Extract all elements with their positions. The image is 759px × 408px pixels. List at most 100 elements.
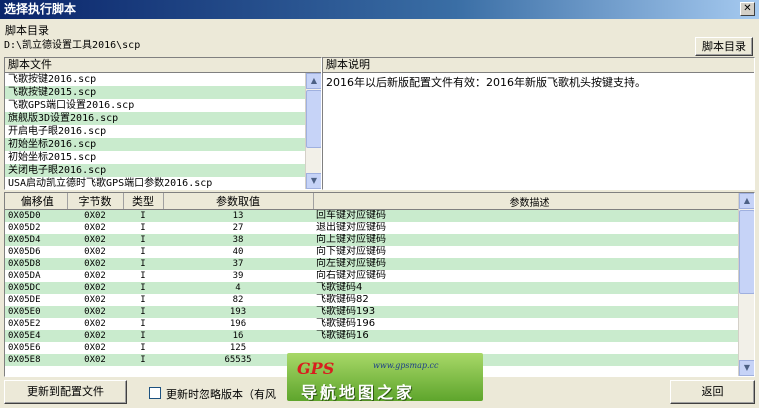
table-cell: 0X02 [67,234,123,246]
table-cell: 0X05D4 [5,234,67,246]
table-row[interactable]: 0X05D0 0X02 I 13 回车键对应键码 [5,209,743,222]
scroll-down-icon[interactable]: ▼ [306,173,321,189]
table-cell: I [123,330,163,342]
table-cell: I [140,343,146,353]
table-row[interactable]: 0X05D6 0X02 I 40 向下键对应键码 [5,246,743,258]
table-cell: 0X05E8 [5,354,67,366]
script-file-item[interactable]: 初始坐标2016.scp [5,138,321,151]
script-file-item[interactable]: 飞歌按键2015.scp [5,86,321,99]
table-row[interactable]: 0X05DC 0X02 I 4 飞歌键码4 [5,282,743,294]
column-header[interactable]: 参数取值 [163,193,314,210]
table-cell: 飞歌键码82 [316,294,369,305]
table-cell: 0X05D6 [8,247,41,257]
script-file-item[interactable]: 飞歌按键2016.scp [5,73,321,86]
table-cell: 向上键对应键码 [313,234,743,246]
script-desc-text: 2016年以后新版配置文件有效：2016年新版飞歌机头按键支持。 [326,76,646,89]
script-file-item[interactable]: 旗舰版3D设置2016.scp [5,112,321,125]
files-scrollbar[interactable]: ▲ ▼ [305,73,321,189]
param-table: 偏移值 字节数 类型 参数取值 参数描述 0X05D0 0X02 I 13 回车键对应键码 0X0… [5,193,744,366]
watermark-logo: GPS www.gpsmap.cc 导航地图之家 [287,353,483,401]
column-header[interactable]: 字节数 [67,193,124,210]
table-row[interactable]: 0X05E0 0X02 I 193 飞歌键码193 [5,306,743,318]
table-cell: 37 [163,258,313,270]
script-file-item[interactable]: 飞歌GPS端口设置2016.scp [5,99,321,112]
back-button[interactable]: 返回 [670,380,755,404]
scroll-up-icon[interactable]: ▲ [739,193,754,209]
table-cell: I [123,282,163,294]
table-cell: I [123,354,163,366]
column-header[interactable]: 偏移值 [5,193,68,210]
table-cell: 82 [232,295,244,305]
script-dir-path[interactable]: D:\凯立德设置工具2016\scp [3,38,692,55]
table-cell: 飞歌键码193 [313,306,743,318]
table-cell: 0X02 [67,330,123,342]
table-cell: 0X05D8 [5,258,67,270]
table-cell: I [123,234,163,246]
table-cell: 0X05E0 [5,306,67,318]
table-cell: 27 [232,223,244,233]
script-file-item[interactable]: 初始坐标2015.scp [5,151,321,164]
scroll-thumb[interactable] [306,90,321,148]
window-titlebar: 选择执行脚本 ✕ [0,0,759,19]
table-cell: 向左键对应键码 [313,258,743,270]
table-cell: I [123,209,163,222]
table-cell: 0X05DA [8,271,41,281]
ignore-version-label: 更新时忽略版本（有风 [166,388,276,401]
script-file-list: 飞歌按键2016.scp 飞歌按键2015.scp 飞歌GPS端口设置2016.sc… [5,73,321,189]
table-cell: 16 [163,330,313,342]
table-scrollbar[interactable]: ▲ ▼ [738,193,754,376]
table-cell: 38 [163,234,313,246]
scroll-down-icon[interactable]: ▼ [739,360,754,376]
script-file-item[interactable]: USA启动凯立德时飞歌GPS端口参数2016.scp [5,177,321,189]
param-table-panel: 偏移值 字节数 类型 参数取值 参数描述 0X05D0 0X02 I 13 回车键对应键码 0X0… [4,192,755,377]
param-table-header: 偏移值 字节数 类型 参数取值 参数描述 [5,193,744,210]
table-cell: I [123,258,163,270]
table-cell: 0X02 [84,295,106,305]
script-file-item[interactable]: 关闭电子眼2016.scp [5,164,321,177]
script-desc-header: 脚本说明 [323,58,754,73]
table-cell: 飞歌键码196 [316,318,376,329]
table-cell: 向右键对应键码 [316,270,386,281]
table-row[interactable]: 0X05DA 0X02 I 39 向右键对应键码 [5,270,743,282]
table-cell: 0X05DE [8,295,41,305]
table-cell: 回车键对应键码 [313,209,743,222]
scroll-thumb[interactable] [739,210,754,294]
ignore-version-checkbox[interactable] [149,387,161,399]
table-cell: 飞歌键码16 [313,330,743,342]
update-config-button[interactable]: 更新到配置文件 [4,380,127,404]
script-desc-panel: 脚本说明 2016年以后新版配置文件有效：2016年新版飞歌机头按键支持。 [322,57,755,190]
table-cell: I [140,223,146,233]
window-title: 选择执行脚本 [4,2,77,16]
table-row[interactable]: 0X05D8 0X02 I 37 向左键对应键码 [5,258,743,270]
table-cell: 0X02 [67,258,123,270]
script-dir-label: 脚本目录 [5,24,49,37]
table-row[interactable]: 0X05DE 0X02 I 82 飞歌键码82 [5,294,743,306]
column-header[interactable]: 参数描述 [313,193,744,210]
table-cell: 0X02 [67,354,123,366]
table-cell: 0X05D2 [8,223,41,233]
scroll-up-icon[interactable]: ▲ [306,73,321,89]
table-cell: 196 [229,319,247,329]
table-row[interactable]: 0X05E4 0X02 I 16 飞歌键码16 [5,330,743,342]
table-cell: 0X02 [67,306,123,318]
script-files-header: 脚本文件 [5,58,321,73]
watermark-url: www.gpsmap.cc [373,361,439,370]
table-cell: 13 [163,209,313,222]
table-cell: 向下键对应键码 [316,246,386,257]
table-row[interactable]: 0X05E2 0X02 I 196 飞歌键码196 [5,318,743,330]
table-cell: 40 [232,247,244,257]
table-cell: 退出键对应键码 [316,222,386,233]
table-row[interactable]: 0X05D2 0X02 I 27 退出键对应键码 [5,222,743,234]
table-cell: 0X05D0 [5,209,67,222]
script-files-panel: 脚本文件 飞歌按键2016.scp 飞歌按键2015.scp 飞歌GPS端口设置20… [4,57,322,190]
script-dir-button[interactable]: 脚本目录 [695,37,753,56]
table-cell: 0X02 [84,247,106,257]
table-row[interactable]: 0X05D4 0X02 I 38 向上键对应键码 [5,234,743,246]
close-icon: ✕ [743,3,752,14]
table-cell: 0X05E4 [5,330,67,342]
table-cell: I [140,271,146,281]
column-header[interactable]: 类型 [123,193,164,210]
script-file-item[interactable]: 开启电子眼2016.scp [5,125,321,138]
table-cell: 0X05E2 [8,319,41,329]
close-button[interactable]: ✕ [740,2,755,16]
